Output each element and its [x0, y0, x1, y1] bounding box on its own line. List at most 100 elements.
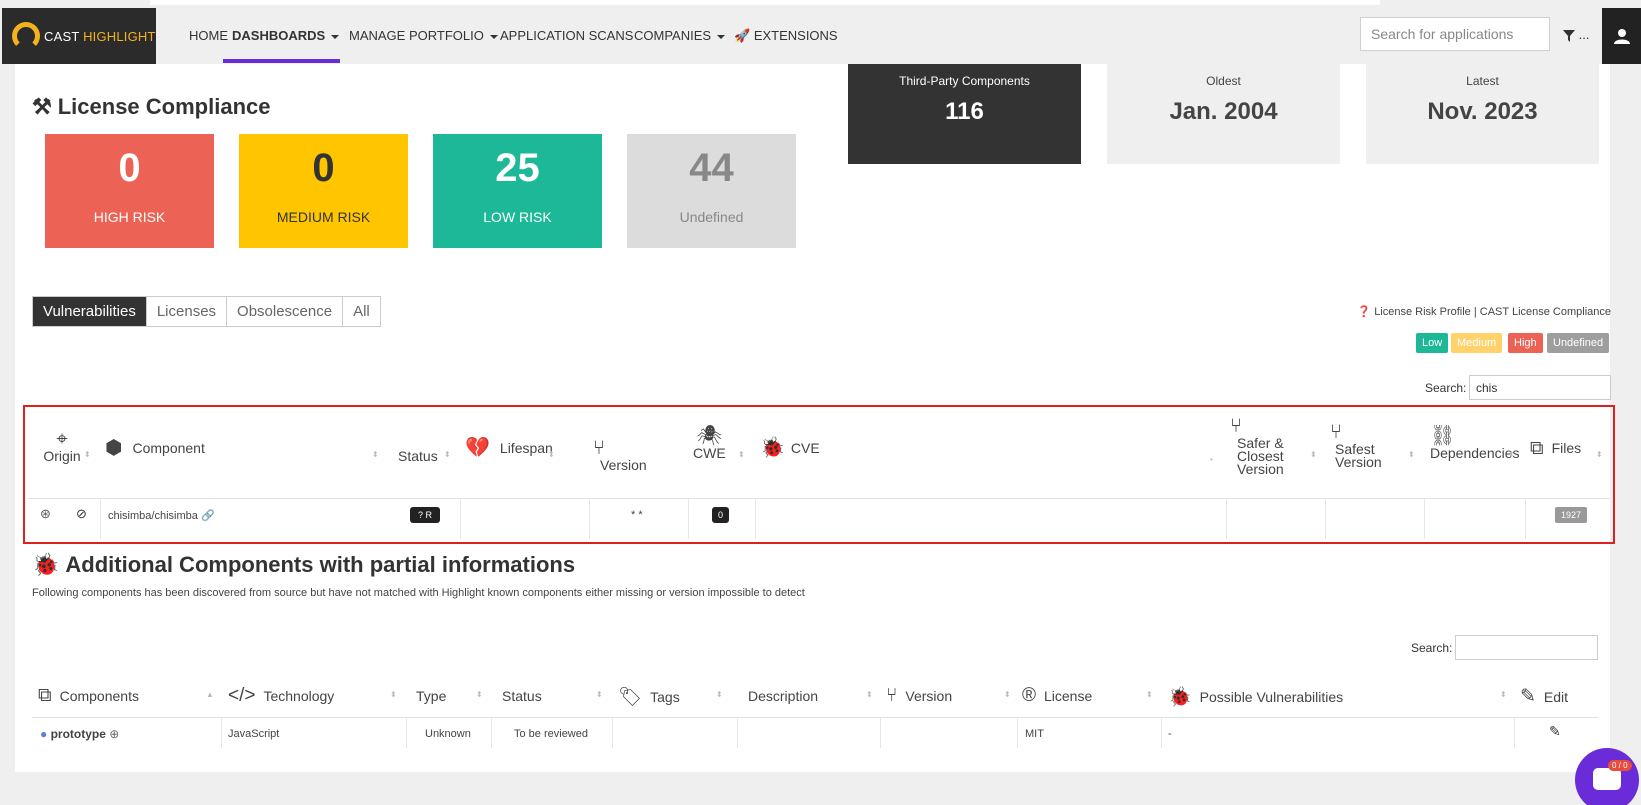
sort-icon[interactable]: ⬍	[1004, 690, 1011, 699]
col-files[interactable]: ⧉ Files	[1530, 438, 1581, 459]
col-type[interactable]: Type	[416, 688, 446, 704]
col-component[interactable]: ⬢ Component	[105, 438, 205, 458]
copy-icon: ⧉	[1530, 438, 1544, 459]
col-dependencies[interactable]: ⛓ Dependencies	[1430, 426, 1520, 460]
sort-icon[interactable]: ⬍	[1596, 450, 1603, 459]
ban-icon[interactable]: ⊘	[76, 506, 87, 522]
medium-risk-card[interactable]: 0 MEDIUM RISK	[239, 134, 408, 248]
logo-text: CAST HIGHLIGHT	[44, 28, 156, 44]
sort-icon[interactable]: ⬍	[866, 690, 873, 699]
tab-licenses[interactable]: Licenses	[146, 297, 228, 326]
col-version[interactable]: ⑂ Version	[886, 685, 952, 707]
col-status[interactable]: Status	[502, 688, 542, 704]
sort-icon[interactable]: ⬍	[716, 690, 723, 699]
additional-row-name[interactable]: ● prototype ⊕	[40, 727, 119, 741]
undefined-risk-card[interactable]: 44 Undefined	[627, 134, 796, 248]
nav-manage-portfolio[interactable]: MANAGE PORTFOLIO	[349, 28, 498, 43]
nav-companies[interactable]: COMPANIES	[634, 28, 726, 43]
sort-icon[interactable]: ⬍	[390, 690, 397, 699]
sort-icon[interactable]: ⬍	[1500, 690, 1507, 699]
low-risk-count: 25	[495, 146, 540, 190]
nav-application-scans[interactable]: APPLICATION SCANS	[500, 28, 633, 43]
medium-risk-count: 0	[312, 146, 335, 190]
col-possible-vulnerabilities[interactable]: 🐞 Possible Vulnerabilities	[1168, 685, 1343, 709]
col-description[interactable]: Description	[748, 688, 818, 704]
additional-row-license: MIT	[1025, 728, 1044, 740]
col-license[interactable]: ® License	[1022, 685, 1092, 707]
sort-icon[interactable]: •	[1210, 455, 1213, 464]
sort-icon[interactable]: ⬍	[1408, 450, 1415, 459]
col-tags[interactable]: 🏷 Tags	[618, 685, 680, 709]
additional-row-technology: JavaScript	[228, 728, 280, 740]
sort-icon[interactable]: ⬍	[84, 450, 91, 459]
col-safest-version[interactable]: ⑂ Safest Version	[1330, 422, 1382, 469]
col-divider	[221, 718, 222, 748]
sort-icon[interactable]: ⬍	[1146, 690, 1153, 699]
low-risk-card[interactable]: 25 LOW RISK	[433, 134, 602, 248]
tab-vulnerabilities[interactable]: Vulnerabilities	[33, 297, 147, 326]
sort-icon[interactable]: ▲	[206, 690, 214, 699]
user-menu-button[interactable]	[1602, 8, 1641, 64]
latest-card: Latest Nov. 2023	[1366, 64, 1599, 164]
table-search-input[interactable]	[1469, 375, 1611, 400]
link-icon[interactable]: 🔗	[201, 510, 215, 522]
sort-icon[interactable]: ⬍	[1310, 450, 1317, 459]
tab-all[interactable]: All	[343, 297, 380, 326]
branch-icon: ⑂	[593, 437, 605, 459]
nav-home[interactable]: HOME	[189, 28, 228, 43]
col-status[interactable]: Status	[398, 449, 438, 463]
col-divider	[737, 718, 738, 748]
sort-icon[interactable]: ⬍	[548, 450, 555, 459]
col-technology[interactable]: </> Technology	[228, 685, 334, 707]
application-search-input[interactable]	[1360, 17, 1550, 51]
col-divider	[589, 499, 590, 539]
col-lifespan[interactable]: 💔 Lifespan	[465, 438, 553, 458]
bug-icon: 🐞	[1168, 687, 1192, 708]
sort-icon[interactable]: ⬍	[476, 690, 483, 699]
col-divider	[612, 718, 613, 748]
sort-icon[interactable]: ⬍	[1508, 450, 1515, 459]
filter-button[interactable]: ...	[1563, 27, 1589, 42]
chat-icon	[1593, 768, 1621, 790]
license-risk-profile-link[interactable]: ❓ License Risk Profile | CAST License Co…	[1357, 305, 1611, 318]
col-divider	[880, 718, 881, 748]
col-divider	[688, 499, 689, 539]
bug-icon: 🐞	[32, 552, 60, 577]
col-divider	[100, 499, 101, 539]
globe-icon[interactable]: ⊕	[109, 727, 119, 741]
nav-extensions[interactable]: 🚀 EXTENSIONS	[734, 28, 838, 44]
chat-widget-button[interactable]	[1575, 748, 1639, 805]
col-components[interactable]: ⧉ Components	[38, 685, 139, 707]
col-safer-closest-version[interactable]: ⑂ Safer & Closest Version	[1230, 416, 1284, 476]
sort-icon[interactable]: ⬍	[738, 450, 745, 459]
nav-dashboards[interactable]: DASHBOARDS	[232, 28, 340, 43]
rocket-icon: 🚀	[734, 28, 751, 43]
col-cwe[interactable]: 🕷 CWE	[693, 426, 726, 460]
cast-highlight-logo[interactable]: CAST HIGHLIGHT	[2, 8, 156, 64]
col-divider	[1161, 718, 1162, 748]
table-search-label: Search:	[1425, 381, 1467, 395]
table-row[interactable]: chisimba/chisimba 🔗	[108, 509, 215, 522]
fingerprint-icon[interactable]: ⊛	[40, 506, 51, 522]
edit-pencil-icon[interactable]: ✎	[1549, 723, 1561, 740]
additional-search-input[interactable]	[1455, 635, 1598, 660]
col-divider	[1514, 718, 1515, 748]
col-divider	[1424, 499, 1425, 539]
sort-icon[interactable]: ⬍	[444, 450, 451, 459]
undefined-label: Undefined	[679, 209, 744, 225]
high-risk-card[interactable]: 0 HIGH RISK	[45, 134, 214, 248]
col-edit[interactable]: ✎ Edit	[1520, 685, 1568, 708]
files-count-badge[interactable]: 1927	[1555, 507, 1587, 523]
col-cve[interactable]: 🐞 CVE	[760, 438, 820, 458]
third-party-count: 116	[945, 98, 984, 125]
col-origin[interactable]: ⌖ Origin	[38, 429, 86, 463]
tab-obsolescence[interactable]: Obsolescence	[227, 297, 344, 326]
sort-icon[interactable]: ⬍	[596, 690, 603, 699]
version-value: * *	[631, 509, 643, 521]
top-strip	[150, 0, 1380, 5]
col-version[interactable]: ⑂ Version	[593, 437, 647, 472]
question-circle-icon: ?	[417, 510, 423, 520]
sort-icon[interactable]: ⬍	[372, 450, 379, 459]
active-nav-indicator	[223, 59, 340, 63]
table-header-divider	[32, 717, 1598, 718]
